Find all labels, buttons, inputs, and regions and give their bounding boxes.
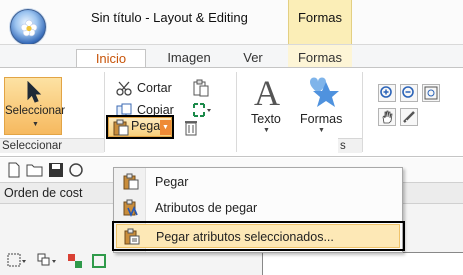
chevron-down-icon: ▼ (32, 121, 39, 128)
context-tab-header: Formas (288, 0, 352, 44)
cursor-arrow-icon (27, 81, 42, 103)
pan-hand-icon[interactable] (378, 108, 396, 126)
stitch-order-label: Orden de cost (4, 186, 83, 200)
embroidery-flower-icon (20, 19, 38, 37)
zoom-out-icon[interactable] (400, 84, 418, 102)
paste-special-icon[interactable] (192, 79, 210, 97)
shapes-button[interactable]: Formas ▼ (294, 72, 352, 134)
paste-focus-outline (106, 115, 174, 139)
zoom-in-icon[interactable] (378, 84, 396, 102)
design-canvas[interactable] (262, 252, 463, 275)
title-bar: Sin título - Layout & Editing Formas (0, 0, 463, 45)
text-A-icon: A (254, 73, 280, 113)
group-separator (104, 72, 105, 152)
menu-item-paste-attributes[interactable]: Atributos de pegar (116, 196, 400, 220)
menu-item-label: Pegar (155, 175, 189, 189)
tab-ver[interactable]: Ver (236, 49, 270, 68)
chevron-down-icon: ▼ (263, 127, 270, 134)
group-label-select: Seleccionar (0, 138, 104, 153)
new-file-icon[interactable] (6, 162, 22, 178)
select-frame-icon[interactable] (6, 252, 28, 270)
star-heart-shapes-icon (310, 77, 339, 107)
open-folder-icon[interactable] (26, 162, 44, 178)
menu-item-label: Atributos de pegar (155, 201, 258, 215)
trash-icon (185, 121, 197, 136)
application-menu-button[interactable] (10, 9, 46, 45)
text-button[interactable]: A Texto ▼ (246, 72, 288, 134)
select-button-label: Seleccionar (5, 105, 66, 117)
save-icon[interactable] (48, 162, 64, 178)
menu-item-focus-outline (112, 221, 405, 251)
window-title: Sin título - Layout & Editing (91, 10, 248, 25)
tab-formas[interactable]: Formas (289, 49, 351, 68)
chevron-down-icon: ▼ (318, 127, 325, 134)
tab-imagen[interactable]: Imagen (158, 49, 220, 68)
color-sort-icon[interactable] (66, 252, 84, 270)
undo-icon[interactable] (68, 162, 84, 178)
group-separator (236, 72, 237, 152)
menu-item-paste[interactable]: Pegar (116, 170, 400, 194)
tab-inicio[interactable]: Inicio (76, 49, 146, 69)
context-tab-title: Formas (297, 10, 343, 25)
group-objects-icon[interactable] (36, 252, 58, 270)
cut-button[interactable]: Cortar (116, 79, 180, 98)
green-frame-icon[interactable] (90, 252, 108, 270)
clipboard-icon (123, 173, 139, 190)
measure-ruler-icon[interactable] (400, 108, 418, 126)
zoom-fit-icon[interactable] (422, 84, 440, 102)
text-label: Texto (251, 112, 281, 126)
shapes-label: Formas (300, 112, 343, 126)
delete-button[interactable] (182, 118, 200, 136)
ribbon-tabs: Inicio Imagen Ver Formas (0, 45, 463, 69)
ribbon-panel: Seleccionar ▼ Cortar Copiar Pegar ▼ A Te… (0, 67, 463, 157)
scissors-icon (116, 81, 132, 96)
select-button[interactable]: Seleccionar ▼ (4, 77, 66, 135)
group-label-shapes: s (338, 138, 362, 153)
group-separator (362, 72, 363, 152)
multi-select-icon[interactable] (190, 101, 212, 119)
paste-attributes-icon (123, 199, 138, 217)
cut-label: Cortar (137, 81, 172, 95)
